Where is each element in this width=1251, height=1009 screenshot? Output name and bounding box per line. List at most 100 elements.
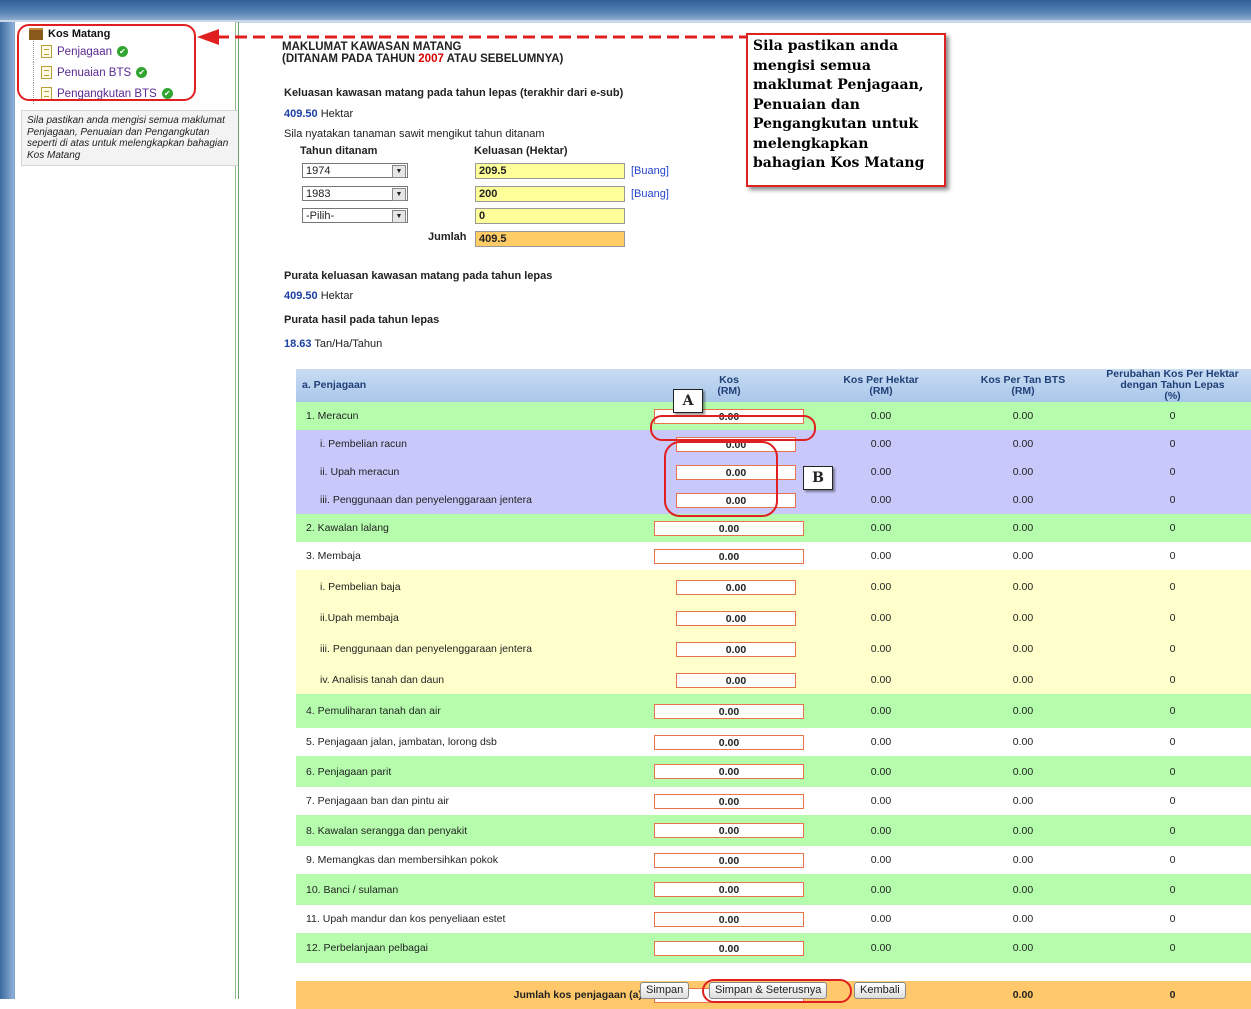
- row-label: iii. Penggunaan dan penyelenggaraan jent…: [296, 486, 648, 514]
- row-label: i. Pembelian racun: [296, 430, 648, 458]
- prev-area-value: 409.50: [284, 108, 318, 120]
- kos-input[interactable]: 0.00: [654, 793, 804, 809]
- kembali-button[interactable]: Kembali: [854, 982, 906, 999]
- per-ton-cell: 0.00: [952, 933, 1094, 963]
- kos-cell: 0.00: [648, 815, 810, 846]
- kos-input[interactable]: 0.00: [676, 641, 796, 657]
- year-select-3[interactable]: -Pilih- ▼: [302, 208, 408, 223]
- per-ha-cell: 0.00: [810, 874, 952, 905]
- table-row: ii.Upah membaja 0.00 0.00 0.00 0: [296, 604, 1251, 632]
- title-year: 2007: [418, 53, 444, 65]
- simpan-button[interactable]: Simpan: [640, 982, 690, 999]
- change-cell: 0: [1094, 514, 1251, 542]
- kos-input[interactable]: 0.00: [676, 610, 796, 626]
- table-row: 6. Penjagaan parit 0.00 0.00 0.00 0: [296, 756, 1251, 787]
- total-row-label: Jumlah kos penjagaan (a): [296, 981, 648, 1009]
- kos-cell: 0.00: [648, 905, 810, 933]
- header-change: Perubahan Kos Per Hektar dengan Tahun Lep…: [1094, 369, 1251, 402]
- change-cell: 0: [1094, 815, 1251, 846]
- remove-link-2[interactable]: [Buang]: [631, 188, 669, 200]
- kos-input[interactable]: 0.00: [654, 940, 804, 956]
- per-ton-cell: 0.00: [952, 874, 1094, 905]
- kos-input[interactable]: 0.00: [654, 734, 804, 750]
- per-ha-cell: 0.00: [810, 430, 952, 458]
- title-suffix: ATAU SEBELUMNYA): [443, 53, 564, 65]
- kos-input[interactable]: 0.00: [654, 703, 804, 719]
- chevron-down-icon: ▼: [392, 210, 406, 223]
- area-input-1[interactable]: 209.5: [475, 163, 625, 179]
- per-ton-cell: 0.00: [952, 666, 1094, 694]
- row-label: 9. Memangkas dan membersihkan pokok: [296, 846, 648, 874]
- avg-yield-unit: Tan/Ha/Tahun: [314, 338, 383, 350]
- row-label: 3. Membaja: [296, 542, 648, 570]
- chevron-down-icon: ▼: [392, 165, 406, 178]
- kos-input[interactable]: 0.00: [676, 672, 796, 688]
- kos-cell: 0.00: [648, 604, 810, 632]
- kos-input[interactable]: 0.00: [654, 882, 804, 897]
- total-change-cell: 0: [1094, 981, 1251, 1009]
- avg-yield-value: 18.63: [284, 338, 312, 350]
- change-cell: 0: [1094, 846, 1251, 874]
- per-ha-cell: 0.00: [810, 787, 952, 815]
- change-cell: 0: [1094, 933, 1251, 963]
- per-ton-cell: 0.00: [952, 787, 1094, 815]
- avg-yield-label: Purata hasil pada tahun lepas: [284, 314, 440, 326]
- per-ton-cell: 0.00: [952, 570, 1094, 604]
- avg-area-unit: Hektar: [320, 290, 354, 302]
- year-select-value: 1974: [306, 165, 331, 177]
- chevron-down-icon: ▼: [392, 188, 406, 201]
- row-label: ii.Upah membaja: [296, 604, 648, 632]
- per-ha-cell: 0.00: [810, 542, 952, 570]
- kos-cell: 0.00: [648, 632, 810, 666]
- change-cell: 0: [1094, 542, 1251, 570]
- kos-cell: 0.00: [648, 666, 810, 694]
- area-input-2[interactable]: 200: [475, 186, 625, 202]
- remove-link-1[interactable]: [Buang]: [631, 165, 669, 177]
- col-area-header: Keluasan (Hektar): [474, 145, 568, 157]
- per-ha-cell: 0.00: [810, 666, 952, 694]
- kos-input[interactable]: 0.00: [676, 579, 796, 595]
- kos-input[interactable]: 0.00: [654, 823, 804, 838]
- year-select-1[interactable]: 1974 ▼: [302, 163, 408, 178]
- highlight-oval-button: [702, 979, 852, 1003]
- change-cell: 0: [1094, 570, 1251, 604]
- kos-input[interactable]: 0.00: [654, 520, 804, 536]
- area-input-3[interactable]: 0: [475, 208, 625, 224]
- table-row: i. Pembelian baja 0.00 0.00 0.00 0: [296, 570, 1251, 604]
- kos-cell: 0.00: [648, 846, 810, 874]
- change-cell: 0: [1094, 604, 1251, 632]
- table-row: 10. Banci / sulaman 0.00 0.00 0.00 0: [296, 874, 1251, 905]
- table-row: 3. Membaja 0.00 0.00 0.00 0: [296, 542, 1251, 570]
- per-ha-cell: 0.00: [810, 846, 952, 874]
- per-ton-cell: 0.00: [952, 430, 1094, 458]
- per-ha-cell: 0.00: [810, 905, 952, 933]
- kos-input[interactable]: 0.00: [654, 548, 804, 564]
- header-per-hektar: Kos Per Hektar (RM): [810, 369, 952, 402]
- kos-input[interactable]: 0.00: [654, 852, 804, 868]
- per-ton-cell: 0.00: [952, 604, 1094, 632]
- table-row: iii. Penggunaan dan penyelenggaraan jent…: [296, 632, 1251, 666]
- kos-cell: 0.00: [648, 542, 810, 570]
- kos-cell: 0.00: [648, 694, 810, 728]
- per-ton-cell: 0.00: [952, 486, 1094, 514]
- window-title-bar: [0, 0, 1251, 22]
- kos-input[interactable]: 0.00: [654, 764, 804, 779]
- table-header-row: a. Penjagaan Kos (RM) Kos Per Hektar (RM) …: [296, 369, 1251, 402]
- kos-input[interactable]: 0.00: [654, 911, 804, 927]
- header-per-tan-line2: (RM): [1011, 384, 1035, 397]
- avg-area-label: Purata keluasan kawasan matang pada tahu…: [284, 270, 553, 282]
- per-ton-cell: 0.00: [952, 402, 1094, 430]
- change-cell: 0: [1094, 430, 1251, 458]
- change-cell: 0: [1094, 787, 1251, 815]
- kos-cell: 0.00: [648, 728, 810, 756]
- per-ton-cell: 0.00: [952, 905, 1094, 933]
- table-row: 12. Perbelanjaan pelbagai 0.00 0.00 0.00 0: [296, 933, 1251, 963]
- per-ha-cell: 0.00: [810, 632, 952, 666]
- arrow-head-icon: [197, 29, 219, 45]
- prev-area-unit: Hektar: [320, 108, 354, 120]
- table-row: 4. Pemuliharan tanah dan air 0.00 0.00 0.00…: [296, 694, 1251, 728]
- change-cell: 0: [1094, 666, 1251, 694]
- per-ha-cell: 0.00: [810, 933, 952, 963]
- year-select-2[interactable]: 1983 ▼: [302, 186, 408, 201]
- kos-cell: 0.00: [648, 756, 810, 787]
